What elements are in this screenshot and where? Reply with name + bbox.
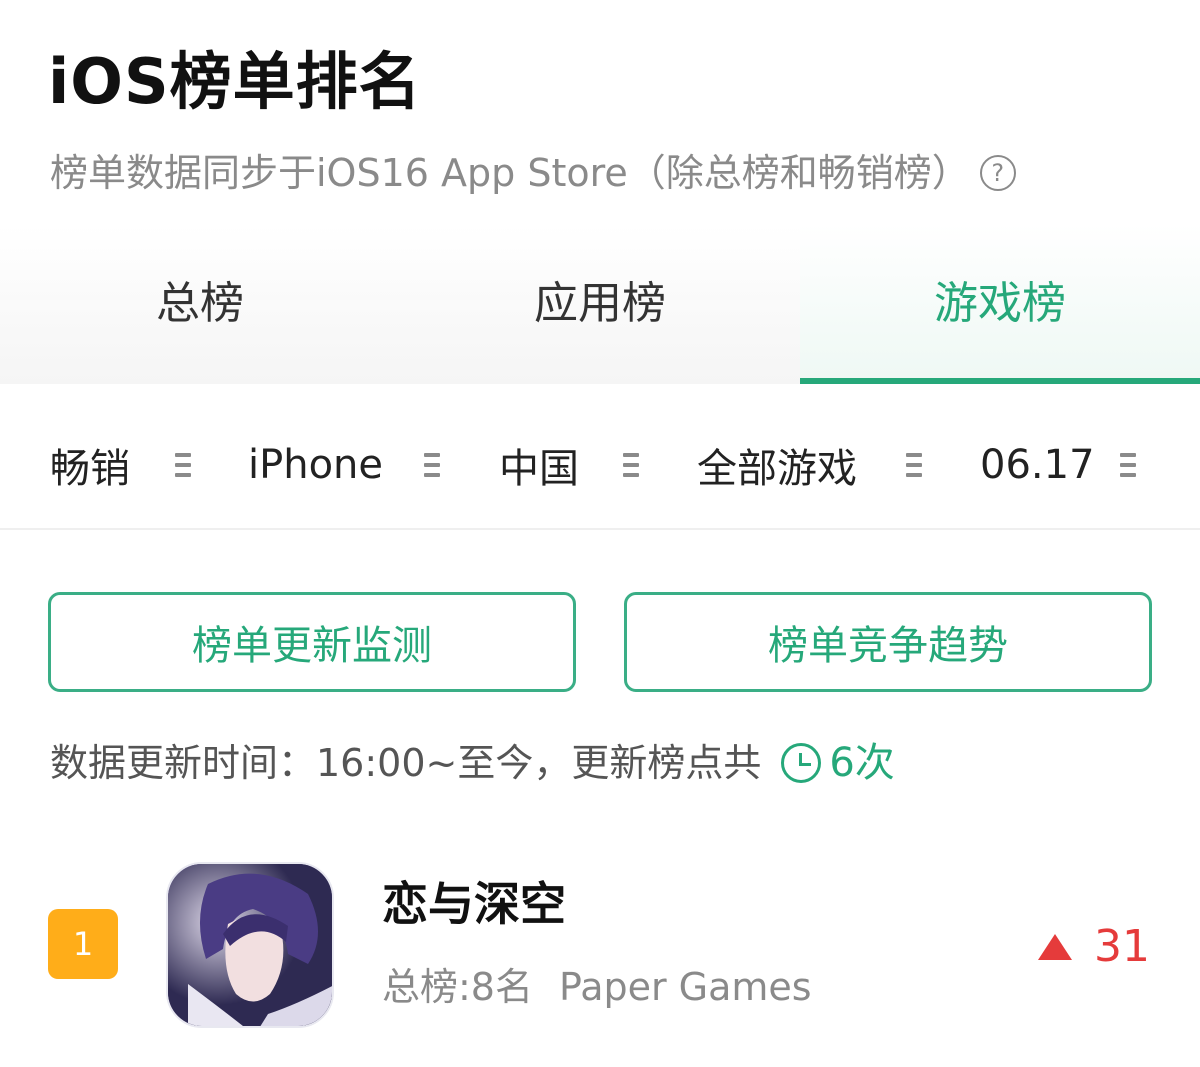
- developer-name: Paper Games: [558, 965, 812, 1009]
- filter-device-label: iPhone: [248, 442, 384, 488]
- menu-icon[interactable]: [1120, 453, 1136, 477]
- menu-icon[interactable]: [424, 453, 440, 477]
- tab-apps[interactable]: 应用榜: [400, 224, 800, 384]
- app-icon[interactable]: [166, 862, 334, 1028]
- ranking-tabs: 总榜 应用榜 游戏榜: [0, 224, 1200, 384]
- filter-category-label: 全部游戏: [697, 446, 857, 492]
- ranking-monitor-button[interactable]: 榜单更新监测: [48, 592, 576, 692]
- rank-change-value: 31: [1094, 921, 1150, 972]
- update-info-text: 数据更新时间：16:00~至今，更新榜点共: [50, 741, 762, 785]
- tab-games[interactable]: 游戏榜: [800, 224, 1200, 384]
- app-meta: 总榜:8名 Paper Games: [382, 962, 812, 1012]
- menu-icon[interactable]: [623, 453, 639, 477]
- rank-badge: 1: [48, 909, 118, 979]
- help-icon[interactable]: ?: [979, 155, 1016, 191]
- overall-rank: 总榜:8名: [382, 965, 533, 1009]
- clock-icon: [781, 743, 822, 783]
- filter-region[interactable]: 中国: [499, 410, 579, 520]
- rank-change: 31: [1038, 922, 1150, 972]
- menu-icon[interactable]: [175, 453, 191, 477]
- filter-bar: 畅销 iPhone 中国 全部游戏 06.17: [0, 410, 1200, 530]
- filter-date[interactable]: 06.17: [980, 410, 1095, 520]
- filter-region-label: 中国: [499, 446, 579, 492]
- app-icon-art: [168, 864, 332, 1026]
- filter-device[interactable]: iPhone: [248, 410, 383, 520]
- tab-overall[interactable]: 总榜: [0, 224, 400, 384]
- update-count[interactable]: 6次: [829, 738, 894, 788]
- up-arrow-icon: [1038, 934, 1072, 960]
- ranking-trend-button[interactable]: 榜单竞争趋势: [624, 592, 1152, 692]
- subtitle-text: 榜单数据同步于iOS16 App Store（除总榜和畅销榜）: [50, 151, 970, 195]
- update-info: 数据更新时间：16:00~至今，更新榜点共 6次: [50, 738, 895, 788]
- page-subtitle: 榜单数据同步于iOS16 App Store（除总榜和畅销榜） ?: [50, 148, 1016, 198]
- menu-icon[interactable]: [906, 453, 922, 477]
- filter-list-type-label: 畅销: [50, 446, 130, 492]
- page-title: iOS榜单排名: [48, 45, 422, 118]
- list-item[interactable]: 1 恋与深空 总榜:8名 Paper Games 31: [0, 850, 1200, 1040]
- app-name[interactable]: 恋与深空: [382, 874, 566, 934]
- filter-list-type[interactable]: 畅销: [50, 410, 130, 520]
- filter-category[interactable]: 全部游戏: [697, 410, 857, 520]
- filter-date-label: 06.17: [980, 442, 1095, 488]
